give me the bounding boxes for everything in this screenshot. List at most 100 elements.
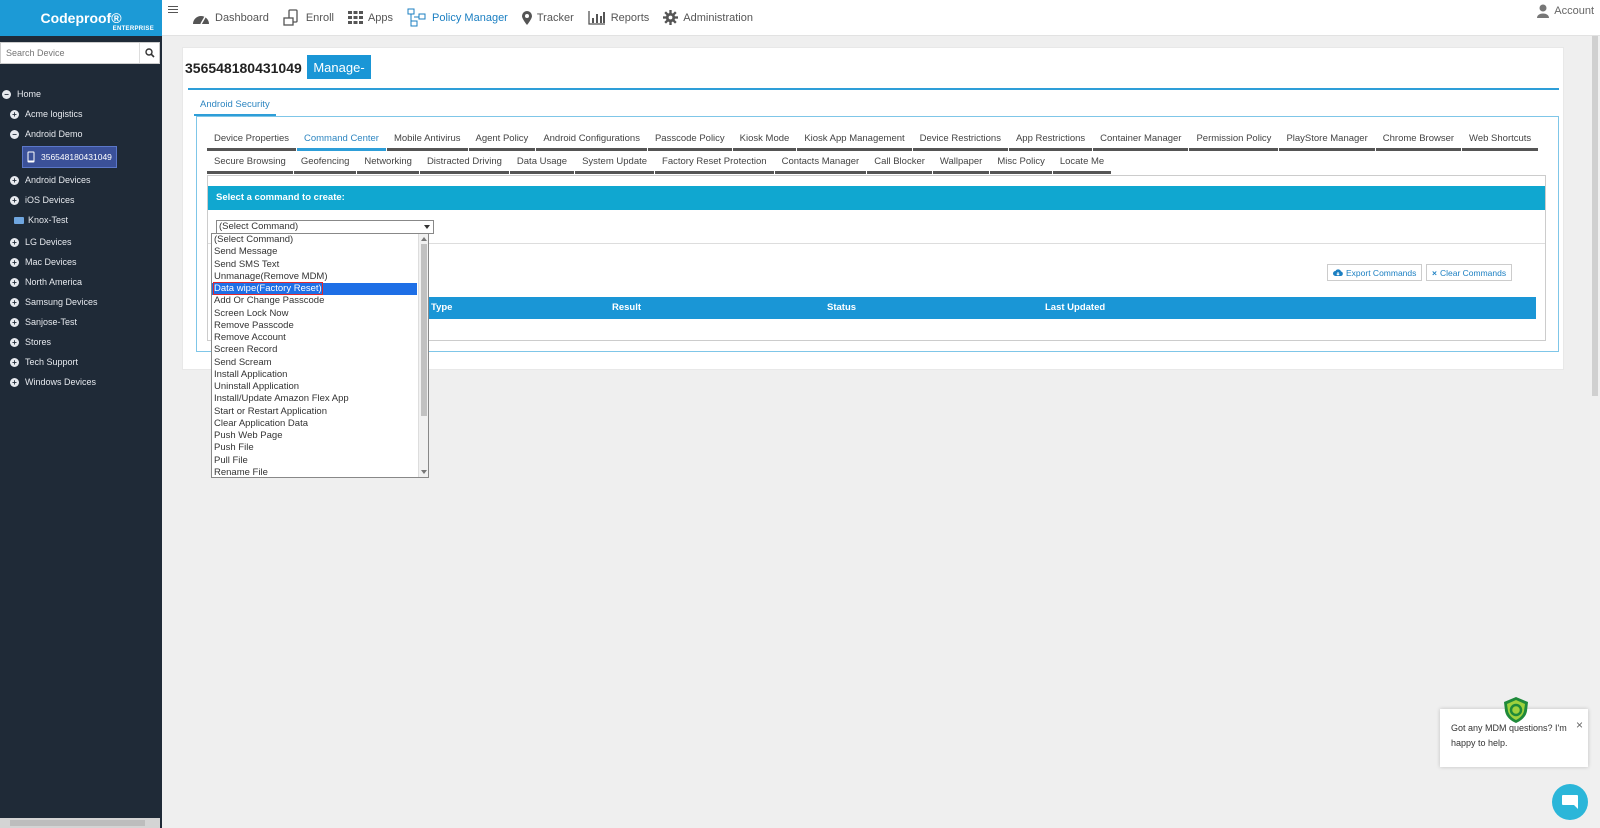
nav-tracker[interactable]: Tracker (521, 10, 574, 25)
nav-enroll[interactable]: Enroll (283, 8, 334, 27)
dropdown-option[interactable]: Send Message (212, 246, 417, 258)
dropdown-option[interactable]: Clear Application Data (212, 418, 417, 430)
clear-commands-button[interactable]: × Clear Commands (1426, 264, 1513, 281)
tab-mobile-antivirus[interactable]: Mobile Antivirus (386, 129, 468, 151)
expand-icon[interactable]: + (10, 337, 19, 347)
tab-geofencing[interactable]: Geofencing (293, 152, 357, 174)
dropdown-option[interactable]: Send SMS Text (212, 259, 417, 271)
tab-permission-policy[interactable]: Permission Policy (1189, 129, 1279, 151)
tab-locate-me[interactable]: Locate Me (1052, 152, 1112, 174)
tab-distracted-driving[interactable]: Distracted Driving (419, 152, 509, 174)
dropdown-option[interactable]: Remove Passcode (212, 320, 417, 332)
tab-command-center[interactable]: Command Center (296, 129, 386, 151)
tab-data-usage[interactable]: Data Usage (509, 152, 575, 174)
collapse-icon[interactable]: − (10, 129, 19, 139)
page-vertical-scrollbar[interactable] (1590, 36, 1600, 828)
expand-icon[interactable]: + (10, 175, 19, 185)
dropdown-option[interactable]: Remove Account (212, 332, 417, 344)
column-header-status[interactable]: Status (827, 302, 856, 313)
manage-button[interactable]: Manage- (307, 55, 371, 79)
tab-kiosk-app-management[interactable]: Kiosk App Management (797, 129, 912, 151)
search-device-input[interactable] (1, 43, 139, 63)
dropdown-option[interactable]: Install/Update Amazon Flex App (212, 393, 417, 405)
tab-passcode-policy[interactable]: Passcode Policy (647, 129, 732, 151)
nav-reports[interactable]: Reports (588, 10, 649, 25)
tree-item-ios-devices[interactable]: + iOS Devices (0, 190, 162, 210)
tab-contacts-manager[interactable]: Contacts Manager (774, 152, 867, 174)
sidebar-horizontal-scrollbar[interactable] (0, 818, 160, 828)
nav-administration[interactable]: Administration (663, 10, 753, 25)
tab-android-configurations[interactable]: Android Configurations (536, 129, 647, 151)
tab-call-blocker[interactable]: Call Blocker (867, 152, 932, 174)
export-commands-button[interactable]: Export Commands (1327, 264, 1423, 281)
dropdown-option[interactable]: Uninstall Application (212, 381, 417, 393)
tab-networking[interactable]: Networking (357, 152, 419, 174)
tree-item-lg-devices[interactable]: + LG Devices (0, 232, 162, 252)
tab-misc-policy[interactable]: Misc Policy (990, 152, 1052, 174)
chat-launcher-button[interactable] (1552, 784, 1588, 820)
tree-item-tech-support[interactable]: + Tech Support (0, 352, 162, 372)
column-header-last-updated[interactable]: Last Updated (1045, 302, 1105, 313)
dropdown-scrollbar[interactable] (418, 234, 428, 477)
nav-apps[interactable]: Apps (347, 11, 393, 24)
expand-icon[interactable]: + (10, 237, 19, 247)
scrollbar-thumb[interactable] (10, 820, 145, 826)
expand-icon[interactable]: + (10, 377, 19, 387)
tree-item-windows-devices[interactable]: + Windows Devices (0, 372, 162, 392)
column-header-result[interactable]: Result (612, 302, 641, 313)
tab-factory-reset-protection[interactable]: Factory Reset Protection (655, 152, 774, 174)
tab-android-security[interactable]: Android Security (194, 94, 276, 116)
tab-system-update[interactable]: System Update (575, 152, 655, 174)
dropdown-option[interactable]: (Select Command) (212, 234, 417, 246)
tab-device-properties[interactable]: Device Properties (207, 129, 296, 151)
tab-device-restrictions[interactable]: Device Restrictions (912, 129, 1008, 151)
nav-dashboard[interactable]: Dashboard (192, 11, 269, 25)
tab-wallpaper[interactable]: Wallpaper (932, 152, 990, 174)
tree-item-stores[interactable]: + Stores (0, 332, 162, 352)
scroll-down-arrow-icon[interactable] (421, 470, 427, 474)
tree-item-north-america[interactable]: + North America (0, 272, 162, 292)
dropdown-option[interactable]: Install Application (212, 369, 417, 381)
expand-icon[interactable]: + (10, 297, 19, 307)
command-select[interactable]: (Select Command) (216, 220, 434, 234)
dropdown-option[interactable]: Send Scream (212, 357, 417, 369)
tree-item-android-demo[interactable]: − Android Demo (0, 124, 162, 144)
tree-item-acme-logistics[interactable]: + Acme logistics (0, 104, 162, 124)
expand-icon[interactable]: + (10, 317, 19, 327)
dropdown-option[interactable]: Push File (212, 442, 417, 454)
tab-playstore-manager[interactable]: PlayStore Manager (1279, 129, 1375, 151)
collapse-icon[interactable]: − (2, 89, 11, 99)
tree-item-mac-devices[interactable]: + Mac Devices (0, 252, 162, 272)
expand-icon[interactable]: + (10, 357, 19, 367)
scroll-up-arrow-icon[interactable] (421, 237, 427, 241)
tree-item-knox-test[interactable]: Knox-Test (0, 210, 162, 230)
tab-web-shortcuts[interactable]: Web Shortcuts (1462, 129, 1539, 151)
command-dropdown-list[interactable]: (Select Command) Send Message Send SMS T… (211, 233, 429, 478)
dropdown-option[interactable]: Push Web Page (212, 430, 417, 442)
column-header-type[interactable]: Type (431, 302, 452, 313)
expand-icon[interactable]: + (10, 257, 19, 267)
search-icon[interactable] (139, 43, 159, 63)
dropdown-option[interactable]: Screen Record (212, 344, 417, 356)
selected-device-box[interactable]: 356548180431049 (22, 146, 117, 168)
dropdown-option[interactable]: Add Or Change Passcode (212, 295, 417, 307)
brand-logo[interactable]: Codeproof® ENTERPRISE (0, 0, 162, 36)
dropdown-option[interactable]: Start or Restart Application (212, 406, 417, 418)
tab-agent-policy[interactable]: Agent Policy (468, 129, 536, 151)
dropdown-option[interactable]: Rename File (212, 467, 417, 477)
close-icon[interactable]: × (1576, 719, 1583, 731)
tab-app-restrictions[interactable]: App Restrictions (1008, 129, 1093, 151)
dropdown-option[interactable]: Screen Lock Now (212, 308, 417, 320)
tree-item-samsung-devices[interactable]: + Samsung Devices (0, 292, 162, 312)
tab-chrome-browser[interactable]: Chrome Browser (1375, 129, 1462, 151)
hamburger-menu-icon[interactable] (168, 6, 178, 15)
expand-icon[interactable]: + (10, 195, 19, 205)
account-menu[interactable]: Account (1537, 4, 1594, 18)
tree-item-sanjose-test[interactable]: + Sanjose-Test (0, 312, 162, 332)
tab-container-manager[interactable]: Container Manager (1093, 129, 1189, 151)
expand-icon[interactable]: + (10, 109, 19, 119)
dropdown-option[interactable]: Unmanage(Remove MDM) (212, 271, 417, 283)
dropdown-option[interactable]: Pull File (212, 455, 417, 467)
scrollbar-thumb[interactable] (1592, 36, 1598, 396)
dropdown-option-highlighted[interactable]: Data wipe(Factory Reset) (212, 282, 417, 296)
